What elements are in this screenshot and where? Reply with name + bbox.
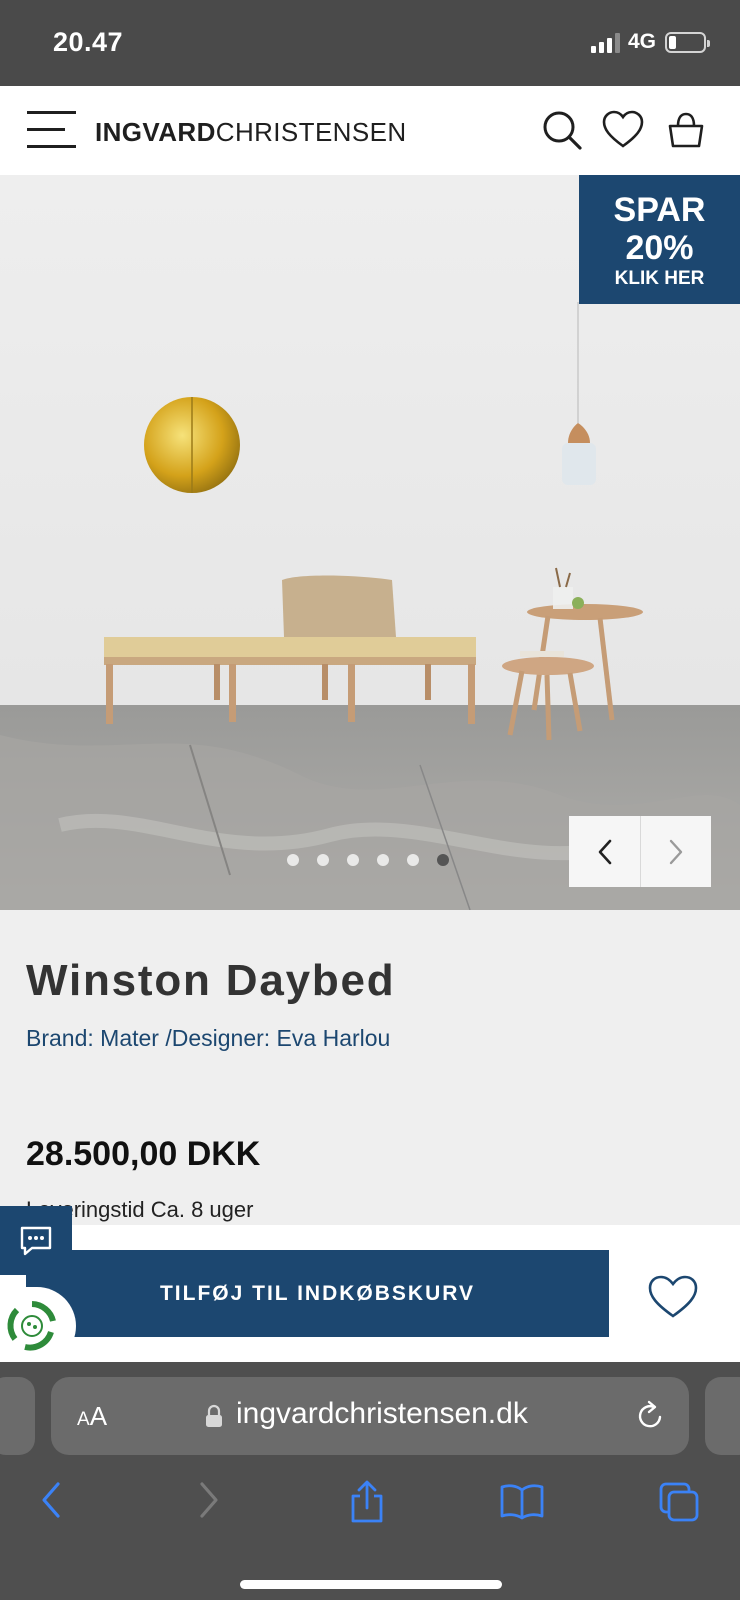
search-icon[interactable] [540,108,584,152]
url-text: ingvardchristensen.dk [236,1397,528,1430]
status-bar: 20.47 4G [0,0,740,86]
promo-cta: KLIK HER [614,268,705,289]
carousel-dot[interactable] [347,854,359,866]
forward-icon[interactable] [194,1480,222,1520]
promo-badge[interactable]: SPAR 20% KLIK HER [579,175,740,304]
status-indicators: 4G [590,30,710,54]
aa-large: A [89,1401,108,1431]
carousel-dot[interactable] [437,854,449,866]
browser-toolbar: AA ingvardchristensen.dk [0,1362,740,1600]
add-to-cart-bar: TILFØJ TIL INDKØBSKURV [0,1225,740,1362]
reload-icon[interactable] [635,1399,665,1431]
home-indicator [240,1580,502,1589]
promo-title: SPAR [613,191,706,229]
eco-badge[interactable] [0,1287,76,1365]
carousel-dot[interactable] [407,854,419,866]
browser-nav-row [0,1480,740,1540]
signal-icon [590,31,620,53]
product-info: Winston Daybed Brand: Mater /Designer: E… [0,910,740,1225]
reader-settings-button[interactable]: AA [77,1401,107,1432]
tabs-icon[interactable] [657,1480,701,1524]
brand-link[interactable]: Brand: Mater [26,1025,159,1051]
carousel-dots [287,854,449,866]
chevron-left-icon [598,839,611,864]
chat-bubble-icon [20,1226,52,1255]
previous-tab-preview[interactable] [0,1377,35,1455]
chevron-right-icon [669,839,683,864]
carousel-next-button[interactable] [640,816,711,887]
meta-separator: / [158,1025,172,1051]
product-price: 28.500,00 DKK [26,1135,261,1173]
logo-light-text: CHRISTENSEN [215,117,407,147]
logo-bold-text: INGVARD [95,117,216,147]
carousel-prev-button[interactable] [569,816,640,887]
recycle-icon [7,1301,56,1351]
aa-small: A [77,1409,90,1430]
carousel-nav [569,816,711,887]
product-image-carousel[interactable]: SPAR 20% KLIK HER [0,175,740,910]
network-type: 4G [627,30,656,53]
designer-link[interactable]: Designer: Eva Harlou [172,1025,391,1051]
share-icon[interactable] [347,1480,387,1524]
carousel-dot[interactable] [377,854,389,866]
back-icon[interactable] [38,1480,66,1520]
lock-icon [206,1404,222,1427]
carousel-dot[interactable] [317,854,329,866]
product-title: Winston Daybed [26,956,396,1005]
battery-icon [665,31,710,53]
heart-icon[interactable] [601,108,645,152]
menu-icon[interactable] [27,111,76,149]
site-header: INGVARDCHRISTENSEN [0,86,740,175]
product-meta: Brand: Mater /Designer: Eva Harlou [26,1025,390,1052]
basket-icon[interactable] [664,108,708,152]
wishlist-heart-icon[interactable] [645,1272,701,1322]
carousel-dot[interactable] [287,854,299,866]
add-to-cart-button[interactable]: TILFØJ TIL INDKØBSKURV [26,1250,609,1337]
status-time: 20.47 [53,27,124,57]
address-bar[interactable]: AA ingvardchristensen.dk [51,1377,689,1455]
bookmarks-icon[interactable] [498,1480,546,1520]
promo-discount: 20% [625,229,694,267]
next-tab-preview[interactable] [705,1377,740,1455]
site-logo[interactable]: INGVARDCHRISTENSEN [95,117,407,148]
chat-widget-button[interactable] [0,1206,72,1275]
